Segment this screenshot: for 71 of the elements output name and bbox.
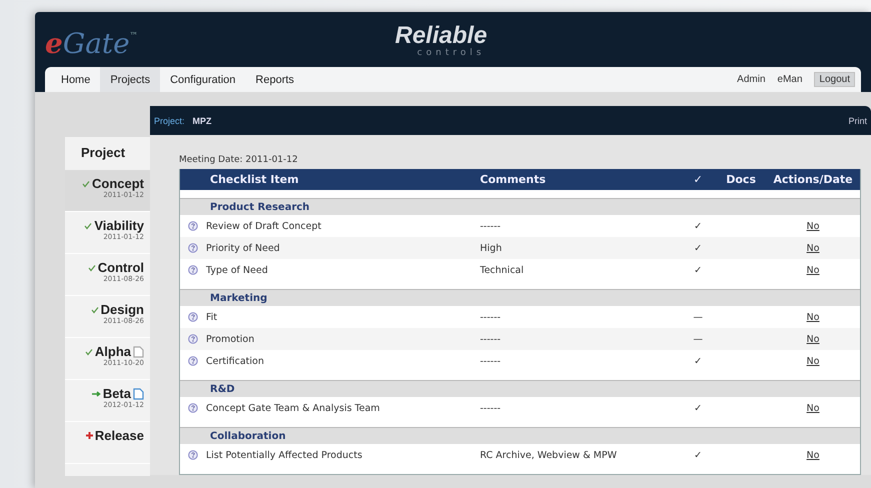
comment-cell-text: ------ [480,220,502,232]
action-link[interactable]: No [806,334,820,344]
check-icon [82,180,90,188]
print-link[interactable]: Print [848,116,867,126]
help-icon[interactable] [188,334,198,344]
column-header: ✓ [692,173,704,186]
help-icon[interactable] [188,450,198,460]
help-icon[interactable] [188,221,198,231]
action-link[interactable]: No [806,220,820,232]
nav-tab[interactable]: Reports [246,67,304,92]
help-icon[interactable] [188,265,198,275]
nav-tab[interactable]: Home [51,67,100,92]
help-icon[interactable] [188,243,198,253]
check-cell-text: ✓ [693,242,703,254]
nav-tab[interactable]: Configuration [160,67,246,92]
comment-cell-text: Technical [480,264,525,276]
comment-cell-text: ------ [480,402,502,414]
check-icon [90,306,99,314]
comment-cell-text: ------ [480,356,502,366]
help-icon[interactable] [188,312,198,322]
action-link[interactable]: No [806,312,820,322]
check-cell-text: ✓ [693,356,703,366]
item-text: Type of Need [206,264,268,276]
comment-cell-text: ------ [480,334,502,344]
document-icon[interactable] [133,388,144,400]
check-cell-text: ✓ [693,450,703,460]
group-title: Product Research [180,199,860,215]
logout-button[interactable]: Logout [814,72,855,87]
app-logo: eGate™ [45,27,138,60]
check-icon [84,348,93,356]
user-link[interactable]: eMan [771,67,808,92]
column-header: Checklist Item [209,173,300,186]
column-header: Actions/Date [772,173,854,186]
item-text: List Potentially Affected Products [206,450,362,460]
help-icon[interactable] [188,356,198,366]
meeting-date: Meeting Date: 2011-01-12 [179,154,299,167]
column-header: Docs [725,173,757,186]
column-header: Comments [480,173,547,186]
comment-cell-text: ------ [480,312,502,322]
user-link[interactable]: Admin [731,67,772,92]
item-text: Certification [206,356,264,366]
check-cell-text: ✓ [693,220,703,232]
check-cell-text: ✓ [693,402,703,414]
brand-logo: Reliable controls [395,24,488,59]
item-text: Promotion [206,334,254,344]
action-link[interactable]: No [806,264,820,276]
item-text: Fit [206,312,218,322]
check-cell-text: — [692,312,704,322]
action-link[interactable]: No [806,242,820,254]
check-cell-text: — [692,334,704,344]
check-icon [84,222,92,230]
plus-icon [86,432,93,439]
action-link[interactable]: No [806,402,820,414]
check-cell-text: ✓ [693,264,703,276]
group-title: Collaboration [180,428,860,444]
group-title: Marketing [180,290,860,306]
comment-cell-text: High [480,242,503,254]
help-icon[interactable] [188,403,198,413]
item-text: Review of Draft Concept [206,220,322,232]
arrow-icon [92,390,101,396]
action-link[interactable]: No [806,356,820,366]
item-text: Priority of Need [206,242,280,254]
action-link[interactable]: No [806,450,820,460]
comment-cell-text: RC Archive, Webview & MPW [480,450,618,460]
check-icon [88,264,96,272]
item-text: Concept Gate Team & Analysis Team [206,402,380,414]
group-title: R&D [180,381,860,397]
nav-tab[interactable]: Projects [100,67,160,92]
sidebar-title: Project [80,144,126,162]
project-label: Project: [154,116,185,126]
project-name: MPZ [192,116,212,126]
